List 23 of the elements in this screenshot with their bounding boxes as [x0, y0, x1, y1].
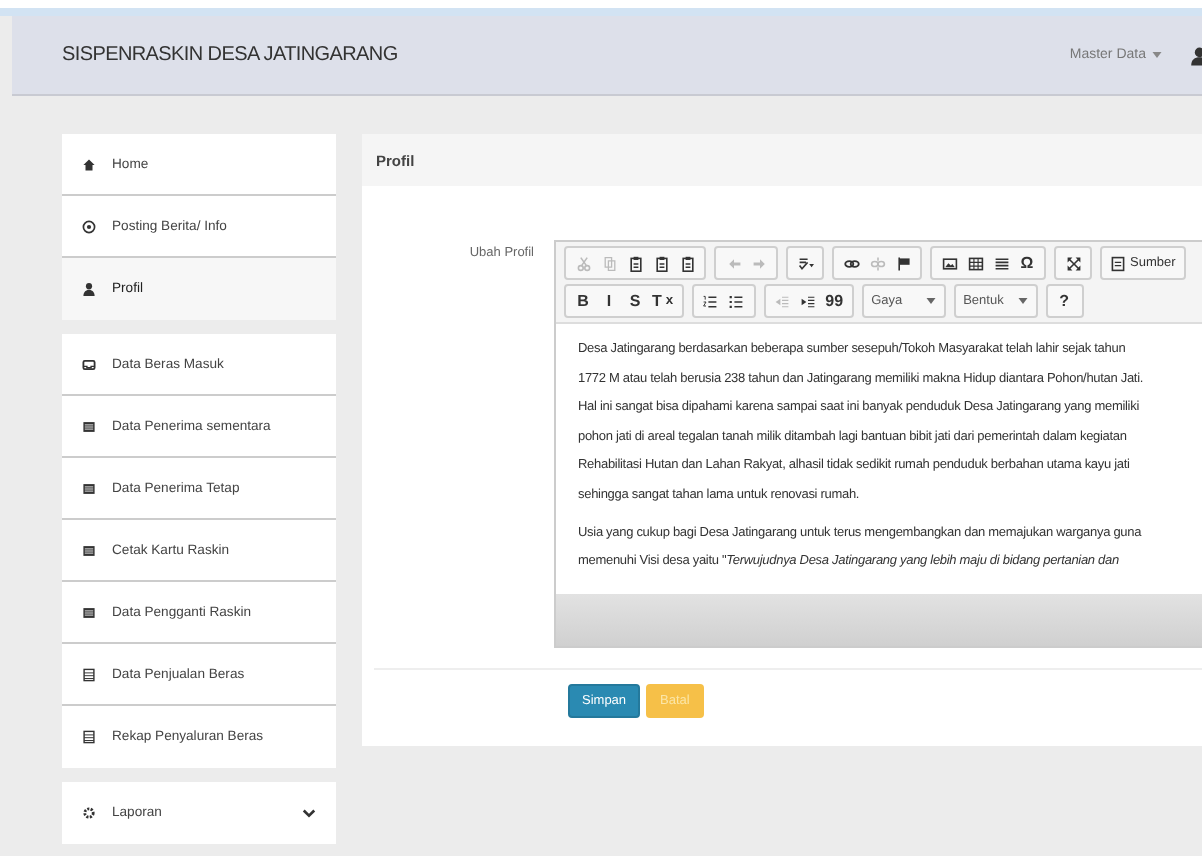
- list-icon: [82, 481, 96, 495]
- format-button[interactable]: B: [570, 288, 596, 314]
- format-button[interactable]: ?: [1051, 288, 1078, 314]
- list-icon: [82, 543, 96, 557]
- app-title[interactable]: SISPENRASKIN DESA JATINGARANG: [62, 44, 398, 66]
- document-icon: [1110, 255, 1126, 271]
- format-button[interactable]: S: [622, 288, 648, 314]
- table-icon: [82, 730, 96, 744]
- caret-icon: [1017, 298, 1028, 304]
- format-button[interactable]: I: [596, 288, 622, 314]
- circle-icon: [82, 219, 96, 233]
- format-button[interactable]: Ω: [1014, 250, 1040, 276]
- home-icon: [82, 157, 96, 171]
- format-button[interactable]: 99: [821, 288, 848, 314]
- chevron-down-icon: [302, 807, 316, 819]
- list-icon: [82, 419, 96, 433]
- table-icon: [82, 667, 96, 681]
- caret-icon: [1152, 52, 1162, 58]
- rich-text-editor[interactable]: [554, 240, 1202, 648]
- caret-icon: [925, 298, 936, 304]
- list-icon: [82, 605, 96, 619]
- user-icon: [82, 282, 96, 296]
- inbox-icon: [82, 357, 96, 371]
